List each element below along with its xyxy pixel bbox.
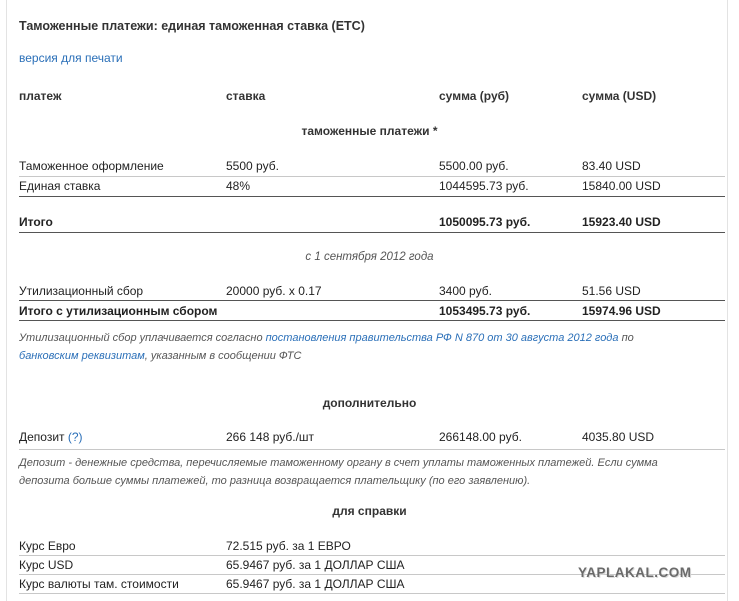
- row-name: Утилизационный сбор: [19, 284, 144, 298]
- reference-name: Курс Евро: [19, 539, 76, 553]
- total-with-recycling-label: Итого с утилизационным сбором: [19, 304, 218, 318]
- reference-value: 65.9467 руб. за 1 ДОЛЛАР США: [226, 577, 405, 591]
- row-rate: 5500 руб.: [226, 159, 279, 173]
- header-payment: платеж: [19, 89, 62, 103]
- reference-value: 65.9467 руб. за 1 ДОЛЛАР США: [226, 558, 405, 572]
- deposit-note: Депозит - денежные средства, перечисляем…: [19, 457, 658, 487]
- header-sum-usd: сумма (USD): [582, 89, 657, 103]
- recycling-note: Утилизационный сбор уплачивается согласн…: [19, 329, 709, 365]
- note-text: Утилизационный сбор уплачивается согласн…: [19, 332, 266, 344]
- row-divider: [19, 555, 725, 556]
- row-rate: 266 148 руб./шт: [226, 430, 315, 444]
- print-version-link[interactable]: версия для печати: [19, 51, 123, 65]
- deposit-row: Депозит (?) 266 148 руб./шт 266148.00 ру…: [0, 430, 739, 448]
- reference-name: Курс валюты там. стоимости: [19, 577, 179, 591]
- header-sum-rub: сумма (руб): [439, 89, 510, 103]
- since-date-note: с 1 сентября 2012 года: [305, 251, 434, 263]
- row-sum-rub: 3400 руб.: [439, 284, 492, 298]
- reference-name: Курс USD: [19, 558, 74, 572]
- row-name: Таможенное оформление: [19, 159, 164, 173]
- deposit-help-link[interactable]: (?): [68, 430, 83, 444]
- row-sum-rub: 1044595.73 руб.: [439, 179, 529, 193]
- total-label: Итого: [19, 215, 53, 229]
- bank-details-link[interactable]: банковским реквизитам: [19, 350, 145, 362]
- additional-section-title: дополнительно: [322, 396, 417, 410]
- row-divider: [19, 232, 725, 233]
- deposit-label: Депозит (?): [19, 430, 83, 444]
- total-with-recycling-usd: 15974.96 USD: [582, 304, 661, 318]
- header-rate: ставка: [226, 89, 266, 103]
- row-name: Единая ставка: [19, 179, 101, 193]
- row-sum-usd: 4035.80 USD: [582, 430, 655, 444]
- row-sum-usd: 83.40 USD: [582, 159, 641, 173]
- row-divider: [19, 300, 725, 301]
- row-sum-usd: 15840.00 USD: [582, 179, 661, 193]
- row-divider: [19, 320, 725, 321]
- table-row: Таможенное оформление 5500 руб. 5500.00 …: [0, 159, 739, 177]
- page-title: Таможенные платежи: единая таможенная ст…: [19, 19, 365, 33]
- row-divider: [19, 176, 725, 177]
- government-decree-link[interactable]: постановления правительства РФ N 870 от …: [266, 332, 619, 344]
- reference-section-title: для справки: [332, 504, 407, 518]
- note-text: , указанным в сообщении ФТС: [144, 350, 302, 362]
- total-sum-rub: 1050095.73 руб.: [439, 215, 531, 229]
- total-row: Итого 1050095.73 руб. 15923.40 USD: [0, 215, 739, 233]
- site-watermark: YAPLAKAL.COM: [578, 565, 692, 580]
- row-rate: 48%: [226, 179, 251, 193]
- total-with-recycling-rub: 1053495.73 руб.: [439, 304, 531, 318]
- table-row: Единая ставка 48% 1044595.73 руб. 15840.…: [0, 179, 739, 197]
- row-divider: [19, 593, 725, 594]
- customs-section-title: таможенные платежи *: [301, 124, 438, 138]
- total-sum-usd: 15923.40 USD: [582, 215, 661, 229]
- row-divider: [19, 449, 725, 450]
- row-rate: 20000 руб. x 0.17: [226, 284, 322, 298]
- reference-value: 72.515 руб. за 1 ЕВРО: [226, 539, 351, 553]
- deposit-name: Депозит: [19, 430, 65, 444]
- note-text: по: [618, 332, 634, 344]
- row-sum-usd: 51.56 USD: [582, 284, 641, 298]
- row-divider: [19, 196, 725, 197]
- row-sum-rub: 5500.00 руб.: [439, 159, 509, 173]
- row-sum-rub: 266148.00 руб.: [439, 430, 522, 444]
